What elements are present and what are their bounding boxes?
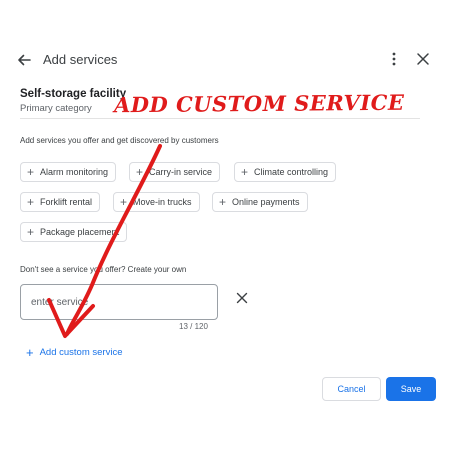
chip-label: Carry-in service — [149, 167, 213, 177]
chip-carry-in-service[interactable]: + Carry-in service — [129, 162, 221, 182]
add-custom-service-label: Add custom service — [39, 347, 123, 358]
category-name: Self-storage facility — [20, 88, 127, 100]
chip-label: Alarm monitoring — [40, 167, 109, 177]
chip-climate-controlling[interactable]: + Climate controlling — [234, 162, 337, 182]
category-label: Primary category — [20, 103, 92, 114]
chip-online-payments[interactable]: + Online payments — [212, 192, 308, 212]
dialog-title: Add services — [43, 52, 118, 67]
plus-icon: + — [26, 345, 34, 360]
chip-forklift-rental[interactable]: + Forklift rental — [20, 192, 101, 212]
chip-package-placement[interactable]: + Package placement — [20, 222, 128, 242]
close-icon[interactable] — [416, 52, 430, 66]
plus-icon: + — [241, 165, 249, 179]
plus-icon: + — [27, 165, 35, 179]
plus-icon: + — [219, 195, 227, 209]
back-arrow-icon[interactable] — [16, 52, 32, 68]
add-custom-service-link[interactable]: + Add custom service — [26, 346, 123, 359]
cancel-button[interactable]: Cancel — [322, 377, 381, 401]
intro-text: Add services you offer and get discovere… — [20, 136, 219, 145]
chip-label: Climate controlling — [254, 167, 329, 177]
clear-input-icon[interactable] — [236, 292, 248, 304]
chip-alarm-monitoring[interactable]: + Alarm monitoring — [20, 162, 117, 182]
chip-label: Move-in trucks — [133, 197, 192, 207]
custom-service-input[interactable] — [20, 284, 218, 320]
plus-icon: + — [120, 195, 128, 209]
divider — [20, 118, 420, 119]
chip-label: Online payments — [232, 197, 300, 207]
save-button[interactable]: Save — [386, 377, 436, 401]
plus-icon: + — [27, 195, 35, 209]
plus-icon: + — [27, 225, 35, 239]
plus-icon: + — [136, 165, 144, 179]
character-count: 13 / 120 — [179, 322, 208, 331]
more-options-icon[interactable] — [386, 50, 402, 68]
chip-move-in-trucks[interactable]: + Move-in trucks — [113, 192, 200, 212]
custom-service-prompt: Don't see a service you offer? Create yo… — [20, 265, 187, 274]
chip-label: Package placement — [40, 227, 120, 237]
annotation-label: ADD CUSTOM SERVICE — [113, 89, 405, 118]
chip-label: Forklift rental — [40, 197, 93, 207]
